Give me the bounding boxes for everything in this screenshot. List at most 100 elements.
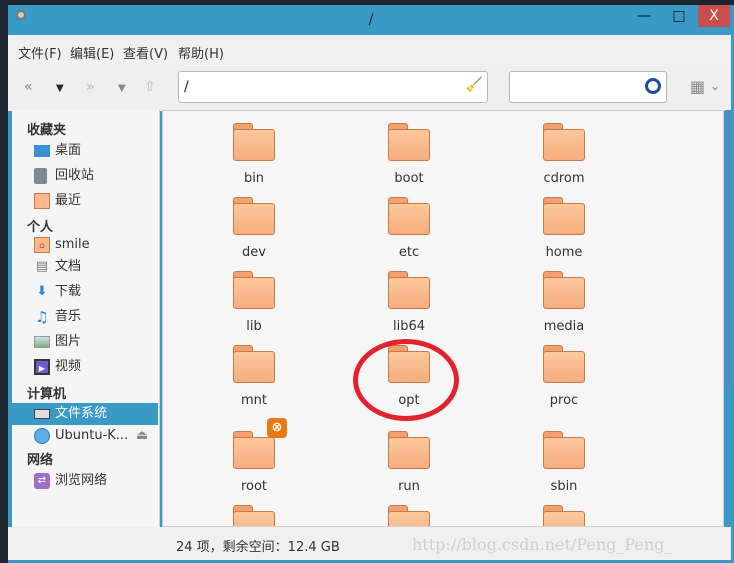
sidebar-item-downloads[interactable]: ⬇ 下载 [12, 281, 158, 303]
forward-history-dropdown[interactable]: ▼ [118, 83, 126, 94]
folder-icon [388, 197, 430, 235]
folder-icon [233, 123, 275, 161]
location-field[interactable]: / 🧹 [178, 71, 488, 103]
folder-item[interactable]: bin [194, 123, 314, 186]
folder-icon [388, 505, 430, 526]
back-history-dropdown[interactable]: ▼ [56, 83, 64, 94]
sidebar-item-filesystem[interactable]: 文件系统 [12, 403, 158, 425]
folder-icon [543, 345, 585, 383]
location-path: / [184, 79, 189, 95]
drive-icon [34, 409, 50, 419]
search-icon[interactable] [645, 78, 661, 94]
folder-name: lib64 [392, 319, 426, 334]
scrollbar[interactable] [725, 110, 731, 388]
folder-item[interactable]: media [504, 271, 624, 334]
minimize-button[interactable]: — [628, 5, 660, 27]
status-text: 24 项，剩余空间：12.4 GB [176, 540, 340, 555]
sidebar-item-label: 音乐 [55, 309, 82, 324]
sidebar-item-label: smile [55, 237, 90, 252]
sidebar-item-videos[interactable]: ▶ 视频 [12, 356, 158, 378]
folder-item[interactable]: boot [349, 123, 469, 186]
sidebar-item-label: 文档 [55, 259, 82, 274]
sidebar-item-browse-network[interactable]: ⇄ 浏览网络 [12, 470, 158, 492]
sidebar-item-label: 视频 [55, 359, 82, 374]
folder-item[interactable]: proc [504, 345, 624, 408]
sidebar-item-documents[interactable]: ▤ 文档 [12, 256, 158, 278]
folder-icon [233, 345, 275, 383]
window-title: / [368, 12, 374, 28]
folder-item[interactable]: cdrom [504, 123, 624, 186]
sidebar-item-music[interactable]: ♫ 音乐 [12, 306, 158, 328]
folder-item[interactable] [194, 505, 314, 526]
sidebar-item-label: 文件系统 [55, 406, 108, 421]
back-button[interactable]: « [24, 79, 33, 95]
folder-name: bin [243, 171, 265, 186]
section-computer: 计算机 [27, 387, 67, 402]
folder-name: boot [394, 171, 424, 186]
folder-item[interactable] [504, 505, 624, 526]
up-button[interactable]: ⇧ [144, 79, 156, 95]
menu-view[interactable]: 查看(V) [123, 43, 168, 62]
network-icon: ⇄ [34, 473, 50, 489]
folder-item[interactable]: dev [194, 197, 314, 260]
music-icon: ♫ [35, 308, 49, 326]
recent-folder-icon [34, 193, 50, 209]
eject-icon[interactable]: ⏏ [136, 425, 148, 447]
folder-item[interactable]: sbin [504, 431, 624, 494]
folder-item[interactable]: root ⊗ [194, 418, 314, 494]
watermark: http://blog.csdn.net/Peng_Peng_ [412, 535, 673, 554]
disc-icon [34, 428, 50, 444]
file-view: bin boot cdrom dev etc home lib lib64 media mnt op… [162, 110, 724, 527]
folder-item[interactable] [349, 505, 469, 526]
folder-item[interactable]: lib64 [349, 271, 469, 334]
section-personal: 个人 [27, 220, 54, 235]
home-folder-icon: ⌂ [34, 237, 50, 253]
folder-item[interactable]: lib [194, 271, 314, 334]
folder-icon [388, 431, 430, 469]
folder-icon [388, 123, 430, 161]
sidebar-item-label: 图片 [55, 334, 82, 349]
menu-edit[interactable]: 编辑(E) [70, 43, 114, 62]
view-dropdown-icon[interactable]: ⌄ [710, 79, 720, 93]
document-icon: ▤ [35, 259, 49, 274]
no-access-emblem-icon: ⊗ [267, 418, 287, 438]
folder-icon [388, 271, 430, 309]
sidebar-item-home[interactable]: ⌂ smile [12, 234, 158, 256]
folder-item[interactable]: run [349, 431, 469, 494]
picture-icon [34, 336, 50, 348]
sidebar-item-trash[interactable]: 回收站 [12, 165, 158, 187]
sidebar-item-label: 最近 [55, 193, 82, 208]
file-manager-window: / — □ X 文件(F) 编辑(E) 查看(V) 帮助(H) « ▼ » ▼ … [8, 5, 734, 563]
sidebar-item-label: 桌面 [55, 143, 82, 158]
folder-name: sbin [550, 479, 578, 494]
folder-name: proc [549, 393, 579, 408]
trash-icon [34, 168, 47, 184]
folder-item[interactable]: home [504, 197, 624, 260]
sidebar-item-ubuntu-disc[interactable]: Ubuntu-K... ⏏ [12, 425, 158, 447]
sidebar-item-pictures[interactable]: 图片 [12, 331, 158, 353]
sidebar-item-desktop[interactable]: 桌面 [12, 140, 158, 162]
folder-name: dev [242, 245, 266, 260]
download-icon: ⬇ [36, 284, 48, 299]
folder-item[interactable]: mnt [194, 345, 314, 408]
folder-name: mnt [241, 393, 267, 408]
folder-icon [543, 271, 585, 309]
close-button[interactable]: X [698, 5, 730, 27]
sidebar-item-label: 浏览网络 [55, 473, 108, 488]
sidebar-item-recent[interactable]: 最近 [12, 190, 158, 212]
status-bar: 24 项，剩余空间：12.4 GB http://blog.csdn.net/P… [8, 527, 731, 560]
maximize-button[interactable]: □ [663, 5, 695, 27]
folder-icon [233, 197, 275, 235]
toolbar: « ▼ » ▼ ⇧ / 🧹 ▦ ⌄ [8, 65, 731, 111]
menu-file[interactable]: 文件(F) [18, 43, 62, 62]
folder-name: root [240, 479, 268, 494]
forward-button[interactable]: » [86, 79, 95, 95]
view-grid-icon[interactable]: ▦ [690, 77, 705, 96]
search-input[interactable] [509, 71, 667, 103]
sidebar: 收藏夹 桌面 回收站 最近 个人 ⌂ smile ▤ 文档 ⬇ 下载 ♫ 音乐 图片 ▶… [12, 110, 160, 560]
folder-item[interactable]: etc [349, 197, 469, 260]
folder-icon [543, 197, 585, 235]
menu-help[interactable]: 帮助(H) [178, 43, 224, 62]
clear-broom-icon[interactable]: 🧹 [466, 77, 483, 93]
video-icon: ▶ [34, 359, 50, 375]
